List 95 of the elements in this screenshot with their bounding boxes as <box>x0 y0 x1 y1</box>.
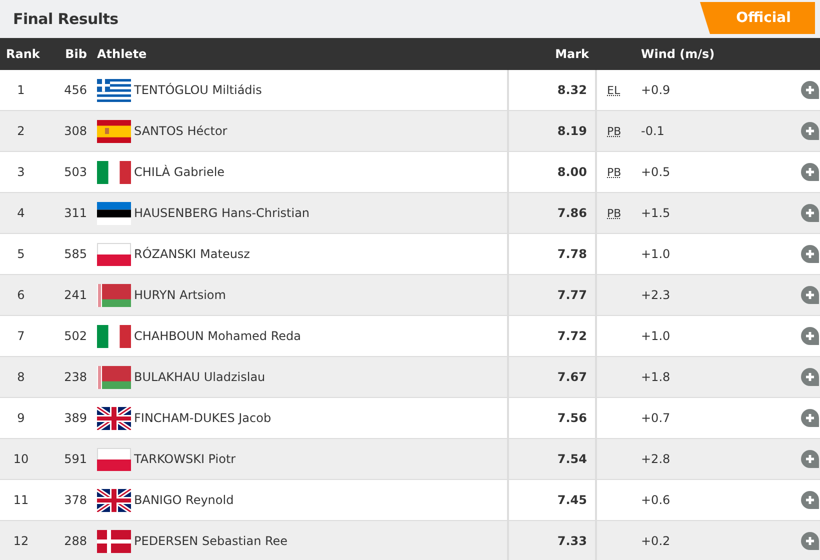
belarus-flag-icon <box>97 284 131 306</box>
rank-cell-text: 2 <box>16 124 26 138</box>
wind-cell-text: -0.1 <box>641 124 666 138</box>
athlete-name: FINCHAM-DUKES Jacob <box>134 411 272 425</box>
record-label: PB <box>606 207 622 220</box>
athlete-name: HAUSENBERG Hans-Christian <box>134 206 310 220</box>
italy-flag-icon <box>97 324 131 348</box>
poland-flag-icon <box>97 242 131 266</box>
wind-cell-text: +1.0 <box>641 329 672 343</box>
estonia-flag-icon <box>97 202 131 224</box>
mark-cell: 7.45 <box>557 493 587 507</box>
bib-cell-text: 308 <box>63 124 87 138</box>
rank-cell-text: 1 <box>16 83 26 97</box>
spain-flag-icon <box>97 120 131 142</box>
expand-plus-icon[interactable] <box>801 491 819 509</box>
bib-cell-text: 585 <box>63 247 87 261</box>
mark-cell: 8.32 <box>557 83 587 97</box>
athlete-name: CHAHBOUN Mohamed Reda <box>134 329 301 343</box>
record-label: PB <box>606 166 622 179</box>
column-header: Bib <box>64 47 87 61</box>
bib-cell-text: 241 <box>63 288 87 302</box>
rank-cell-text: 3 <box>16 165 26 179</box>
athlete-name: BULAKHAU Uladzislau <box>134 370 266 384</box>
italy-flag-icon <box>97 160 131 184</box>
bib-cell-text: 311 <box>63 206 87 220</box>
wind-cell-text: +0.9 <box>641 83 672 97</box>
status-badge: Official <box>700 2 815 34</box>
rank-cell-text: 4 <box>16 206 26 220</box>
bib-cell-text: 503 <box>63 165 87 179</box>
wind-cell-text: +2.8 <box>641 452 672 466</box>
mark-cell: 7.86 <box>557 206 587 220</box>
expand-plus-icon[interactable] <box>801 409 819 427</box>
mark-cell: 7.54 <box>557 452 587 466</box>
bib-cell-text: 378 <box>63 493 87 507</box>
expand-plus-icon[interactable] <box>801 163 819 181</box>
rank-cell-text: 12 <box>12 534 30 548</box>
expand-plus-icon[interactable] <box>801 245 819 263</box>
bib-cell-text: 288 <box>63 534 87 548</box>
bib-cell-text: 389 <box>63 411 87 425</box>
athlete-name: HURYN Artsiom <box>134 288 226 302</box>
expand-plus-icon[interactable] <box>801 81 819 99</box>
rank-cell-text: 9 <box>16 411 26 425</box>
expand-plus-icon[interactable] <box>801 368 819 386</box>
uk-flag-icon <box>97 406 131 430</box>
mark-cell: 7.78 <box>557 247 587 261</box>
mark-cell: 7.72 <box>557 329 587 343</box>
mark-cell: 7.56 <box>557 411 587 425</box>
bib-cell-text: 502 <box>63 329 87 343</box>
poland-flag-icon <box>97 448 131 470</box>
wind-cell-text: +1.5 <box>641 206 672 220</box>
denmark-flag-icon <box>97 530 131 552</box>
expand-plus-icon[interactable] <box>801 532 819 550</box>
athlete-name: TENTÓGLOU Miltiádis <box>134 83 262 97</box>
bib-cell-text: 456 <box>63 83 87 97</box>
record-label: EL <box>606 84 620 97</box>
athlete-name: TARKOWSKI Piotr <box>134 452 236 466</box>
athlete-name: SANTOS Héctor <box>134 124 228 138</box>
wind-cell-text: +0.6 <box>641 493 672 507</box>
expand-plus-icon[interactable] <box>801 204 819 222</box>
bib-cell-text: 591 <box>63 452 87 466</box>
belarus-flag-icon <box>97 366 131 388</box>
mark-cell: 8.19 <box>557 124 587 138</box>
record-label: PB <box>606 125 622 138</box>
column-header: Rank <box>5 47 41 61</box>
rank-cell-text: 10 <box>12 452 30 466</box>
athlete-name: RÓZANSKI Mateusz <box>134 247 250 261</box>
mark-cell: 8.00 <box>557 165 587 179</box>
uk-flag-icon <box>97 488 131 512</box>
mark-cell: 7.77 <box>557 288 587 302</box>
expand-plus-icon[interactable] <box>801 122 819 140</box>
expand-plus-icon[interactable] <box>801 450 819 468</box>
column-header: Athlete <box>96 47 148 61</box>
rank-cell-text: 5 <box>16 247 26 261</box>
wind-cell-text: +1.8 <box>641 370 672 384</box>
wind-cell-text: +0.2 <box>641 534 672 548</box>
mark-cell: 7.33 <box>557 534 587 548</box>
column-header: Mark <box>554 47 590 61</box>
expand-plus-icon[interactable] <box>801 327 819 345</box>
rank-cell-text: 6 <box>16 288 26 302</box>
athlete-name: CHILÀ Gabriele <box>134 165 225 179</box>
athlete-name: BANIGO Reynold <box>134 493 234 507</box>
rank-cell-text: 11 <box>12 493 30 507</box>
page-title: Final Results <box>13 10 118 28</box>
wind-cell-text: +2.3 <box>641 288 672 302</box>
wind-cell-text: +0.7 <box>641 411 672 425</box>
wind-cell-text: +1.0 <box>641 247 672 261</box>
greece-flag-icon <box>97 78 131 102</box>
wind-cell-text: +0.5 <box>641 165 672 179</box>
rank-cell-text: 8 <box>16 370 26 384</box>
athlete-name: PEDERSEN Sebastian Ree <box>134 534 288 548</box>
expand-plus-icon[interactable] <box>801 286 819 304</box>
column-header: Wind (m/s) <box>641 47 716 61</box>
mark-cell: 7.67 <box>557 370 587 384</box>
rank-cell-text: 7 <box>16 329 26 343</box>
bib-cell-text: 238 <box>63 370 87 384</box>
